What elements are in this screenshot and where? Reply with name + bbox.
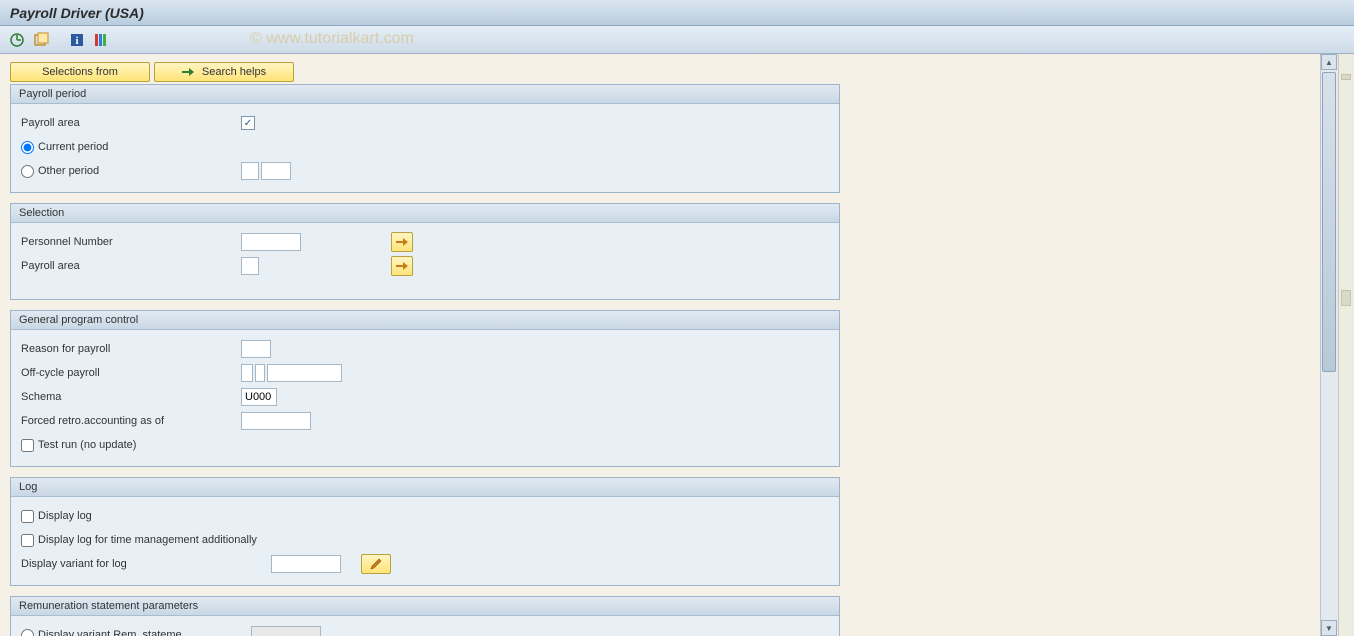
payroll-period-header: Payroll period <box>11 85 839 104</box>
svg-text:i: i <box>75 35 78 47</box>
pencil-icon <box>370 558 382 570</box>
reason-input[interactable] <box>241 340 271 358</box>
forced-label: Forced retro.accounting as of <box>21 415 241 427</box>
general-header: General program control <box>11 311 839 330</box>
top-button-row: Selections from Search helps <box>10 62 1310 82</box>
search-helps-arrow-icon <box>182 67 194 77</box>
personnel-number-label: Personnel Number <box>21 236 241 248</box>
other-period-radio[interactable] <box>21 165 34 178</box>
display-log-tm-checkbox[interactable] <box>21 534 34 547</box>
current-period-radio[interactable] <box>21 141 34 154</box>
display-log-row: Display log <box>21 510 92 523</box>
scroll-thumb[interactable] <box>1322 72 1336 372</box>
scroll-down-arrow-icon[interactable]: ▼ <box>1321 620 1337 636</box>
display-variant-rem-label: Display variant Rem. stateme <box>38 629 182 636</box>
app-toolbar: i © www.tutorialkart.com <box>0 26 1354 54</box>
other-period-input-1[interactable] <box>241 162 259 180</box>
remuneration-group: Remuneration statement parameters Displa… <box>10 596 840 636</box>
offcycle-input-2[interactable] <box>255 364 265 382</box>
test-run-row: Test run (no update) <box>21 439 136 452</box>
watermark-text: © www.tutorialkart.com <box>250 30 414 48</box>
title-bar: Payroll Driver (USA) <box>0 0 1354 26</box>
payroll-area-label: Payroll area <box>21 117 241 129</box>
forced-input[interactable] <box>241 412 311 430</box>
offcycle-input-1[interactable] <box>241 364 253 382</box>
sel-payroll-area-label: Payroll area <box>21 260 241 272</box>
selection-group: Selection Personnel Number Payroll area <box>10 203 840 300</box>
variant-icon[interactable] <box>32 31 50 49</box>
execute-icon[interactable] <box>8 31 26 49</box>
main-content: Selections from Search helps Payroll per… <box>0 54 1320 636</box>
display-variant-rem-input <box>251 626 321 636</box>
search-helps-button[interactable]: Search helps <box>154 62 294 82</box>
display-log-tm-label: Display log for time management addition… <box>38 534 257 546</box>
personnel-number-input[interactable] <box>241 233 301 251</box>
display-log-label: Display log <box>38 510 92 522</box>
offcycle-input-3[interactable] <box>267 364 342 382</box>
selection-header: Selection <box>11 204 839 223</box>
display-log-checkbox[interactable] <box>21 510 34 523</box>
log-group: Log Display log Display log for time man… <box>10 477 840 586</box>
info-icon[interactable]: i <box>68 31 86 49</box>
page-title: Payroll Driver (USA) <box>10 5 144 21</box>
other-period-row: Other period <box>21 165 241 178</box>
sel-payroll-area-input[interactable] <box>241 257 259 275</box>
schema-input[interactable] <box>241 388 277 406</box>
test-run-checkbox[interactable] <box>21 439 34 452</box>
display-variant-label: Display variant for log <box>21 558 271 570</box>
color-bars-icon[interactable] <box>92 31 110 49</box>
log-header: Log <box>11 478 839 497</box>
offcycle-label: Off-cycle payroll <box>21 367 241 379</box>
other-period-input-2[interactable] <box>261 162 291 180</box>
general-program-control-group: General program control Reason for payro… <box>10 310 840 467</box>
reason-label: Reason for payroll <box>21 343 241 355</box>
personnel-number-multi-button[interactable] <box>391 232 413 252</box>
current-period-row: Current period <box>21 141 108 154</box>
display-log-tm-row: Display log for time management addition… <box>21 534 257 547</box>
schema-label: Schema <box>21 391 241 403</box>
search-helps-label: Search helps <box>202 66 266 78</box>
scroll-up-arrow-icon[interactable]: ▲ <box>1321 54 1337 70</box>
current-period-label: Current period <box>38 141 108 153</box>
remuneration-header: Remuneration statement parameters <box>11 597 839 616</box>
display-variant-input[interactable] <box>271 555 341 573</box>
display-variant-edit-button[interactable] <box>361 554 391 574</box>
sel-payroll-area-multi-button[interactable] <box>391 256 413 276</box>
vertical-scrollbar[interactable]: ▲ ▼ <box>1320 54 1338 636</box>
selections-from-label: Selections from <box>42 66 118 78</box>
selections-from-button[interactable]: Selections from <box>10 62 150 82</box>
display-variant-rem-row: Display variant Rem. stateme <box>21 629 251 636</box>
payroll-period-group: Payroll period Payroll area ✓ Current pe… <box>10 84 840 193</box>
display-variant-rem-radio[interactable] <box>21 629 34 636</box>
payroll-area-check-icon[interactable]: ✓ <box>241 116 255 130</box>
other-period-label: Other period <box>38 165 99 177</box>
minimap <box>1338 54 1354 636</box>
test-run-label: Test run (no update) <box>38 439 136 451</box>
